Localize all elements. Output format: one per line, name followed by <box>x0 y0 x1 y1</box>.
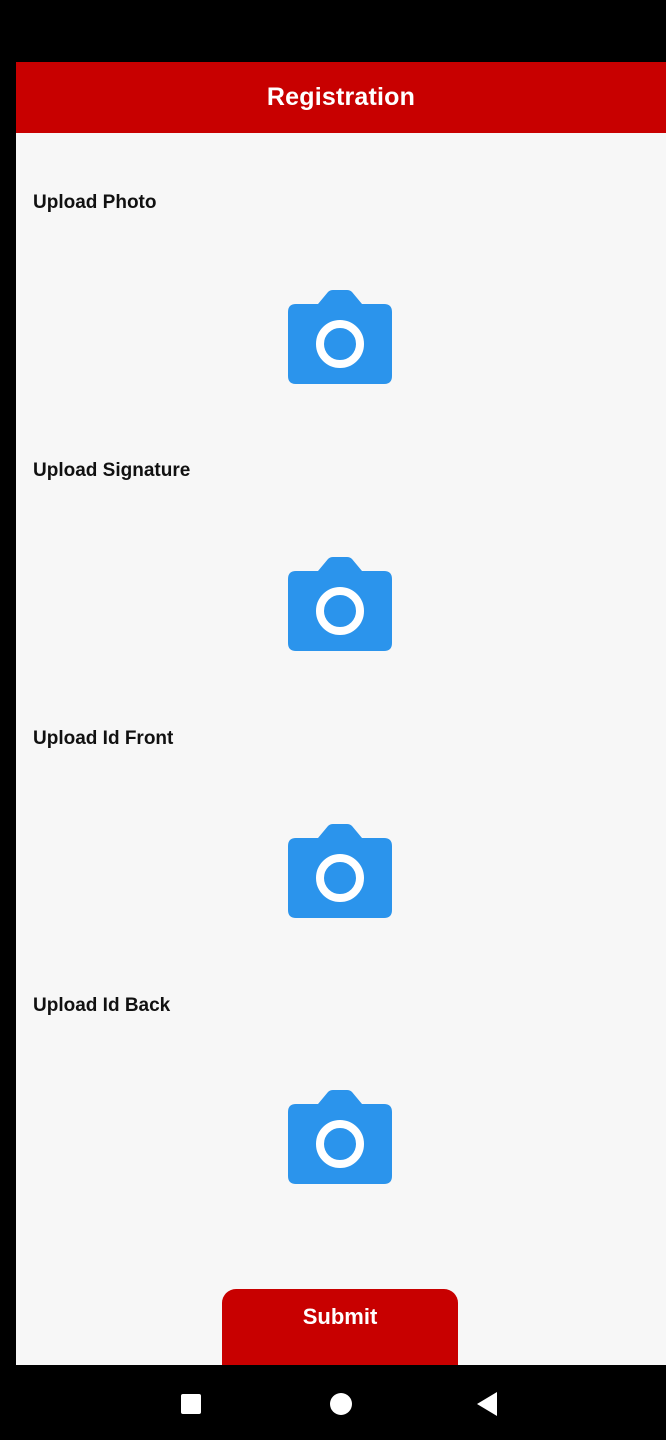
status-bar <box>16 0 666 62</box>
camera-icon <box>288 1090 392 1184</box>
camera-icon <box>288 824 392 918</box>
submit-button[interactable]: Submit <box>222 1289 458 1369</box>
home-icon[interactable] <box>330 1393 352 1415</box>
registration-screen: Registration Upload Photo Upload Signatu… <box>16 0 666 1440</box>
upload-signature-button[interactable] <box>288 557 392 653</box>
page-title: Registration <box>266 83 416 111</box>
upload-photo-button[interactable] <box>288 290 392 386</box>
camera-icon <box>288 290 392 384</box>
system-nav-bar <box>0 1365 666 1440</box>
upload-id-back-button[interactable] <box>288 1090 392 1186</box>
upload-signature-label: Upload Signature <box>33 460 191 481</box>
camera-icon <box>288 557 392 651</box>
upload-id-back-label: Upload Id Back <box>33 995 171 1016</box>
back-icon[interactable] <box>477 1392 497 1416</box>
upload-photo-label: Upload Photo <box>33 192 157 213</box>
upload-id-front-button[interactable] <box>288 824 392 920</box>
upload-id-front-label: Upload Id Front <box>33 728 174 749</box>
recent-apps-icon[interactable] <box>181 1394 201 1414</box>
app-bar: Registration <box>16 62 666 133</box>
